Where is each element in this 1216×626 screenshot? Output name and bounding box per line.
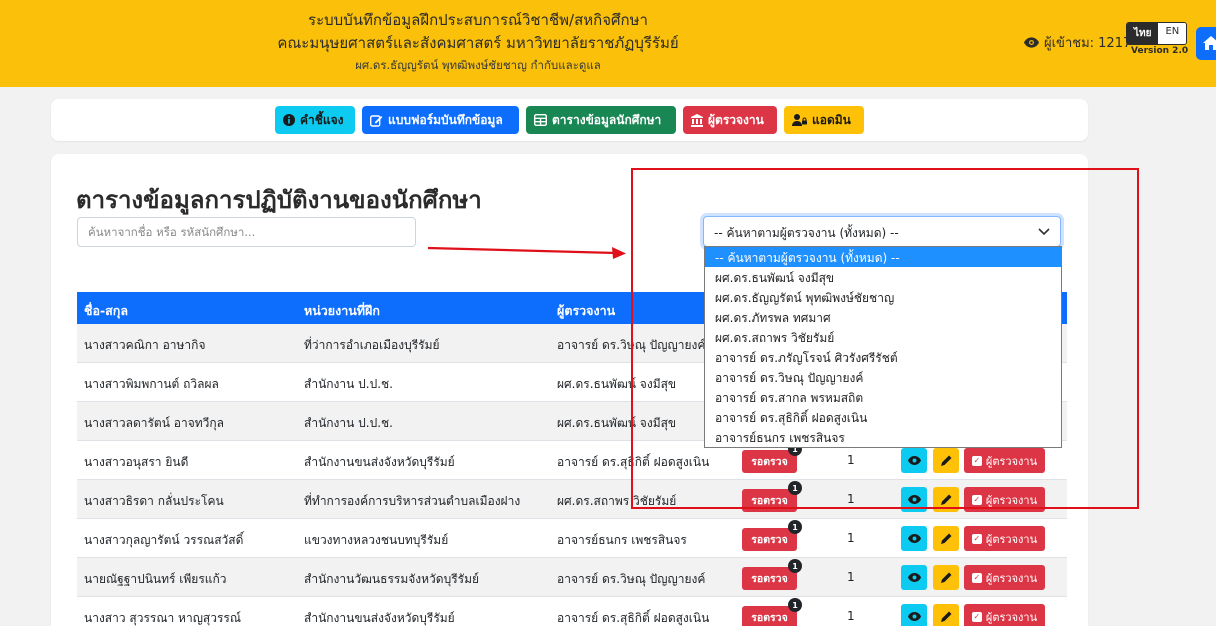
reviewer-name: อาจารย์ธนกร เพชรสินจร <box>557 533 687 547</box>
admin-button[interactable]: แอดมิน <box>784 106 864 134</box>
lang-en-button[interactable]: EN <box>1158 23 1187 44</box>
table-row: นายณัฐฐาปนินทร์ เพียรแก้ว สำนักงานวัฒนธรร… <box>77 558 1067 597</box>
pending-count-badge: 1 <box>788 598 802 612</box>
col-reviewer-header: ผู้ตรวจงาน <box>557 303 616 318</box>
eye-icon <box>1024 37 1039 48</box>
training-unit: ที่ว่าการอำเภอเมืองบุรีรัมย์ <box>304 338 440 352</box>
student-name: นายณัฐฐาปนินทร์ เพียรแก้ว <box>84 572 227 586</box>
home-button[interactable] <box>1196 27 1216 60</box>
assign-reviewer-button[interactable]: ✓ผู้ตรวจงาน <box>964 526 1045 551</box>
entry-count: 1 <box>847 531 855 545</box>
assign-reviewer-button[interactable]: ✓ผู้ตรวจงาน <box>964 604 1045 626</box>
form-label: แบบฟอร์มบันทึกข้อมูล <box>388 112 503 127</box>
training-unit: ที่ทำการองค์การบริหารส่วนตำบลเมืองฝาง <box>304 494 521 508</box>
guide-button[interactable]: คำชี้แจง <box>275 106 355 134</box>
table-row: นางสาว สุวรรณา หาญสุวรรณ์ สำนักงานขนส่งจั… <box>77 597 1067 626</box>
edit-button[interactable] <box>933 565 959 590</box>
table-icon <box>534 114 547 126</box>
pencil-icon <box>940 572 951 583</box>
view-button[interactable] <box>901 526 927 551</box>
student-name: นางสาว สุวรรณา หาญสุวรรณ์ <box>84 611 242 625</box>
assign-reviewer-label: ผู้ตรวจงาน <box>985 571 1038 585</box>
eye-icon <box>907 534 921 543</box>
language-toggle[interactable]: ไทย EN <box>1126 22 1188 45</box>
reviewer-name: อาจารย์ ดร.สุธิกิติ์ ฝอดสูงเนิน <box>557 611 710 625</box>
edit-button[interactable] <box>933 604 959 626</box>
table-row: นางสาวกุลญารัตน์ วรรณสวัสดิ์ แขวงทางหลวงช… <box>77 519 1067 558</box>
guide-label: คำชี้แจง <box>300 112 344 127</box>
annotation-arrow <box>427 246 626 259</box>
training-unit: แขวงทางหลวงชนบทบุรีรัมย์ <box>304 533 449 547</box>
col-unit-header: หน่วยงานที่ฝึก <box>304 303 380 318</box>
reviewer-button[interactable]: ผู้ตรวจงาน <box>683 106 777 134</box>
system-title: ระบบบันทึกข้อมูลฝึกประสบการณ์วิชาชีพ/สหก… <box>308 11 648 29</box>
page-title: ตารางข้อมูลการปฏิบัติงานของนักศึกษา <box>76 186 482 214</box>
building-icon <box>691 113 703 127</box>
nav-bar: คำชี้แจง แบบฟอร์มบันทึกข้อมูล ตารางข้อมู… <box>51 99 1088 141</box>
student-name: นางสาวลดารัตน์ อาจทวีกุล <box>84 416 224 430</box>
assign-reviewer-label: ผู้ตรวจงาน <box>985 532 1038 546</box>
student-table-label: ตารางข้อมูลนักศึกษา <box>552 112 662 127</box>
eye-icon <box>907 612 921 621</box>
edit-icon <box>370 114 383 127</box>
entry-count: 1 <box>847 570 855 584</box>
student-name: นางสาวคณิกา อาษากิจ <box>84 338 206 352</box>
training-unit: สำนักงาน ป.ป.ช. <box>304 416 393 430</box>
student-name: นางสาวธิรดา กลั่นประโคน <box>84 494 224 508</box>
col-name-header: ชื่อ-สกุล <box>84 303 129 318</box>
check-square-icon: ✓ <box>971 572 982 583</box>
student-name: นางสาวกุลญารัตน์ วรรณสวัสดิ์ <box>84 533 244 547</box>
pending-count-badge: 1 <box>788 520 802 534</box>
eye-icon <box>907 573 921 582</box>
edit-button[interactable] <box>933 526 959 551</box>
visitor-counter: ผู้เข้าชม: 1217 <box>1024 32 1131 53</box>
student-table-button[interactable]: ตารางข้อมูลนักศึกษา <box>526 106 676 134</box>
assign-reviewer-label: ผู้ตรวจงาน <box>985 610 1038 624</box>
training-unit: สำนักงานขนส่งจังหวัดบุรีรัมย์ <box>304 611 455 625</box>
pencil-icon <box>940 611 951 622</box>
reviewer-name: อาจารย์ ดร.วิษณุ ปัญญายงค์ <box>557 572 706 586</box>
view-button[interactable] <box>901 565 927 590</box>
form-button[interactable]: แบบฟอร์มบันทึกข้อมูล <box>362 106 519 134</box>
student-name: นางสาวอนุสรา ยินดี <box>84 455 189 469</box>
assign-reviewer-button[interactable]: ✓ผู้ตรวจงาน <box>964 565 1045 590</box>
entry-count: 1 <box>847 609 855 623</box>
training-unit: สำนักงาน ป.ป.ช. <box>304 377 393 391</box>
training-unit: สำนักงานขนส่งจังหวัดบุรีรัมย์ <box>304 455 455 469</box>
version-label: Version 2.0 <box>1131 46 1189 56</box>
training-unit: สำนักงานวัฒนธรรมจังหวัดบุรีรัมย์ <box>304 572 480 586</box>
pencil-icon <box>940 533 951 544</box>
app-header: ระบบบันทึกข้อมูลฝึกประสบการณ์วิชาชีพ/สหก… <box>0 0 1216 87</box>
user-lock-icon <box>792 114 807 126</box>
home-icon <box>1203 36 1216 50</box>
reviewer-label: ผู้ตรวจงาน <box>708 112 764 127</box>
lang-th-button[interactable]: ไทย <box>1127 23 1159 44</box>
search-input[interactable] <box>77 217 416 247</box>
info-icon <box>283 114 295 126</box>
check-square-icon: ✓ <box>971 533 982 544</box>
admin-label: แอดมิน <box>812 112 851 127</box>
student-name: นางสาวพิมพกานต์ ถวิลผล <box>84 377 219 391</box>
visitor-count: ผู้เข้าชม: 1217 <box>1044 36 1132 51</box>
highlight-box <box>631 168 1139 509</box>
pending-count-badge: 1 <box>788 559 802 573</box>
view-button[interactable] <box>901 604 927 626</box>
supervisor-text: ผศ.ดร.ธัญญรัตน์ พุทฒิพงษ์ชัยชาญ กำกับและ… <box>355 58 601 72</box>
faculty-title: คณะมนุษยศาสตร์และสังคมศาสตร์ มหาวิทยาลัย… <box>277 34 679 52</box>
check-square-icon: ✓ <box>971 611 982 622</box>
